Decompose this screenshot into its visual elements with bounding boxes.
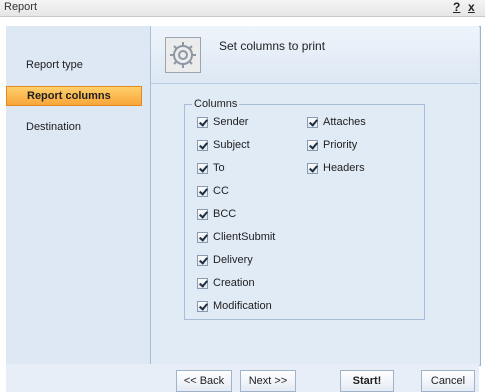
checkbox-label: Delivery: [213, 254, 253, 266]
checkbox-checked-icon: [197, 231, 208, 243]
next-button[interactable]: Next >>: [240, 370, 296, 392]
checkbox-label: Priority: [323, 139, 358, 151]
checkbox-checked-icon: [197, 277, 208, 289]
checkbox-label: Modification: [213, 300, 272, 312]
sidebar-item-destination[interactable]: Destination: [6, 118, 142, 138]
checkbox-checked-icon: [197, 185, 208, 197]
checkbox-label: ClientSubmit: [213, 231, 276, 243]
checkbox-headers[interactable]: Headers: [307, 160, 365, 176]
step-title: Set columns to print: [219, 39, 326, 53]
sidebar-item-label: Destination: [26, 121, 82, 133]
checkbox-label: To: [213, 162, 225, 174]
cancel-button[interactable]: Cancel: [421, 370, 475, 392]
checkbox-bcc[interactable]: BCC: [197, 206, 236, 222]
gear-icon: [165, 37, 201, 73]
checkbox-label: Sender: [213, 116, 249, 128]
checkbox-label: CC: [213, 185, 229, 197]
checkbox-creation[interactable]: Creation: [197, 275, 255, 291]
back-button[interactable]: << Back: [176, 370, 232, 392]
checkbox-label: Subject: [213, 139, 250, 151]
checkbox-checked-icon: [197, 208, 208, 220]
checkbox-label: Attaches: [323, 116, 366, 128]
checkbox-label: BCC: [213, 208, 237, 220]
sidebar-item-report-columns[interactable]: Report columns: [6, 86, 142, 106]
sidebar: [6, 26, 151, 364]
columns-legend: Columns: [194, 98, 238, 110]
window-title: Report: [4, 1, 38, 13]
checkbox-sender[interactable]: Sender: [197, 114, 248, 130]
close-button[interactable]: x: [468, 0, 475, 14]
checkbox-checked-icon: [197, 139, 208, 151]
checkbox-checked-icon: [307, 116, 318, 128]
checkbox-cc[interactable]: CC: [197, 183, 229, 199]
step-header: Set columns to print: [151, 26, 479, 84]
checkbox-to[interactable]: To: [197, 160, 225, 176]
checkbox-label: Creation: [213, 277, 255, 289]
title-bar: Report ? x: [0, 0, 485, 17]
checkbox-checked-icon: [197, 300, 208, 312]
checkbox-modification[interactable]: Modification: [197, 298, 272, 314]
checkbox-checked-icon: [307, 162, 318, 174]
sidebar-item-label: Report type: [26, 59, 83, 71]
checkbox-checked-icon: [197, 116, 208, 128]
start-button[interactable]: Start!: [340, 370, 394, 392]
checkbox-priority[interactable]: Priority: [307, 137, 357, 153]
checkbox-subject[interactable]: Subject: [197, 137, 250, 153]
checkbox-checked-icon: [307, 139, 318, 151]
checkbox-checked-icon: [197, 254, 208, 266]
checkbox-delivery[interactable]: Delivery: [197, 252, 253, 268]
help-button[interactable]: ?: [453, 0, 460, 14]
checkbox-checked-icon: [197, 162, 208, 174]
checkbox-attaches[interactable]: Attaches: [307, 114, 366, 130]
sidebar-item-label: Report columns: [27, 90, 111, 102]
checkbox-clientsubmit[interactable]: ClientSubmit: [197, 229, 275, 245]
sidebar-item-report-type[interactable]: Report type: [6, 56, 142, 76]
checkbox-label: Headers: [323, 162, 365, 174]
